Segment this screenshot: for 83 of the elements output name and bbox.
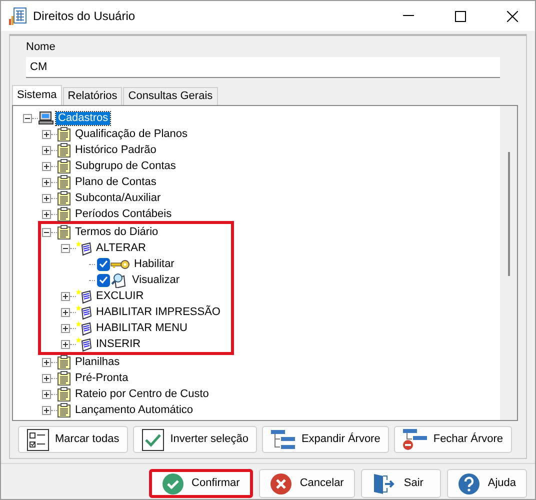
expand-toggle[interactable]	[42, 390, 51, 398]
expand-toggle[interactable]	[42, 162, 51, 170]
exit-door-icon	[372, 472, 396, 494]
expand-toggle[interactable]	[42, 146, 51, 154]
tree-action-button[interactable]: Marcar todas	[18, 426, 128, 453]
notepad-icon	[57, 158, 71, 174]
expand-toggle[interactable]	[42, 210, 51, 218]
document-icon	[76, 288, 92, 304]
expand-toggle[interactable]	[42, 374, 51, 382]
checklist-icon	[27, 428, 49, 450]
dialog-button[interactable]: Sair	[360, 469, 441, 498]
window-title: Direitos do Usuário	[33, 10, 136, 22]
tab[interactable]: Sistema	[12, 85, 62, 105]
minimize-icon	[402, 15, 414, 17]
notepad-icon	[57, 354, 71, 370]
notepad-icon	[57, 224, 71, 240]
dialog-button[interactable]: Cancelar	[258, 469, 355, 498]
document-icon	[76, 304, 92, 320]
notepad-icon	[57, 402, 71, 418]
tree-item[interactable]: Subconta/Auxiliar	[73, 192, 163, 204]
tree-item[interactable]: Habilitar	[132, 258, 176, 270]
expand-toggle[interactable]	[61, 324, 70, 332]
tree-item[interactable]: Cadastros	[56, 112, 110, 124]
notepad-icon	[57, 126, 71, 142]
calculator-icon	[9, 7, 27, 25]
document-icon	[76, 336, 92, 352]
tree-item[interactable]: INSERIR	[94, 338, 143, 350]
tree-item[interactable]: Planilhas	[73, 356, 122, 368]
notepad-icon	[57, 370, 71, 386]
tree-item[interactable]: Lançamento Automático	[73, 404, 196, 416]
tree-item[interactable]: Qualificação de Planos	[73, 128, 190, 140]
expand-toggle[interactable]	[42, 178, 51, 186]
name-field[interactable]: CM	[26, 57, 500, 78]
tree-item[interactable]: Pré-Pronta	[73, 372, 130, 384]
help-icon	[458, 472, 480, 494]
document-icon	[76, 240, 92, 256]
collapse-toggle[interactable]	[23, 114, 32, 122]
notepad-icon	[57, 206, 71, 222]
notepad-icon	[57, 386, 71, 402]
expand-toggle[interactable]	[42, 194, 51, 202]
collapse-toggle[interactable]	[42, 228, 51, 236]
notepad-icon	[57, 174, 71, 190]
collapse-toggle[interactable]	[61, 244, 70, 252]
magnifier-document-icon	[110, 272, 128, 288]
tree-item[interactable]: Termos do Diário	[73, 226, 160, 238]
close-icon	[270, 472, 292, 494]
scrollbar[interactable]	[500, 106, 517, 420]
dialog-button[interactable]: Ajuda	[446, 469, 527, 498]
checkmark-icon	[162, 472, 184, 494]
tree-action-button[interactable]: Expandir Árvore	[262, 426, 390, 453]
notepad-icon	[57, 142, 71, 158]
tree-item[interactable]: ALTERAR	[94, 242, 148, 254]
tree-action-button[interactable]: Inverter seleção	[133, 426, 258, 453]
notepad-icon	[57, 190, 71, 206]
tree-collapse-icon	[403, 428, 428, 450]
tab[interactable]: Consultas Gerais	[123, 87, 218, 105]
checkbox[interactable]	[97, 258, 110, 270]
expand-toggle[interactable]	[61, 292, 70, 300]
tree-item[interactable]: Subgrupo de Contas	[73, 160, 178, 172]
key-icon	[110, 258, 130, 270]
expand-toggle[interactable]	[42, 358, 51, 366]
expand-toggle[interactable]	[61, 308, 70, 316]
tree-item[interactable]: Histórico Padrão	[73, 144, 158, 156]
expand-toggle[interactable]	[42, 130, 51, 138]
tree-expand-icon	[271, 430, 296, 450]
document-icon	[76, 320, 92, 336]
tree-item[interactable]: Rateio por Centro de Custo	[73, 388, 211, 400]
expand-toggle[interactable]	[42, 406, 51, 414]
tree-item[interactable]: EXCLUIR	[94, 290, 146, 302]
tree-item[interactable]: Plano de Contas	[73, 176, 158, 188]
tree-item[interactable]: Períodos Contábeis	[73, 208, 174, 220]
tree-item[interactable]: Visualizar	[130, 274, 182, 286]
field-label: Nome	[26, 41, 56, 54]
tree-item[interactable]: HABILITAR IMPRESSÃO	[94, 306, 222, 318]
checkmark-icon	[142, 428, 164, 450]
expand-toggle[interactable]	[61, 340, 70, 348]
close-icon	[506, 10, 518, 22]
tree-item[interactable]: HABILITAR MENU	[94, 322, 190, 334]
maximize-icon	[454, 10, 466, 22]
tab[interactable]: Relatórios	[62, 87, 122, 105]
checkbox[interactable]	[97, 274, 110, 286]
tree-action-button[interactable]: Fechar Árvore	[394, 426, 512, 453]
dialog-button[interactable]: Confirmar	[148, 469, 253, 498]
